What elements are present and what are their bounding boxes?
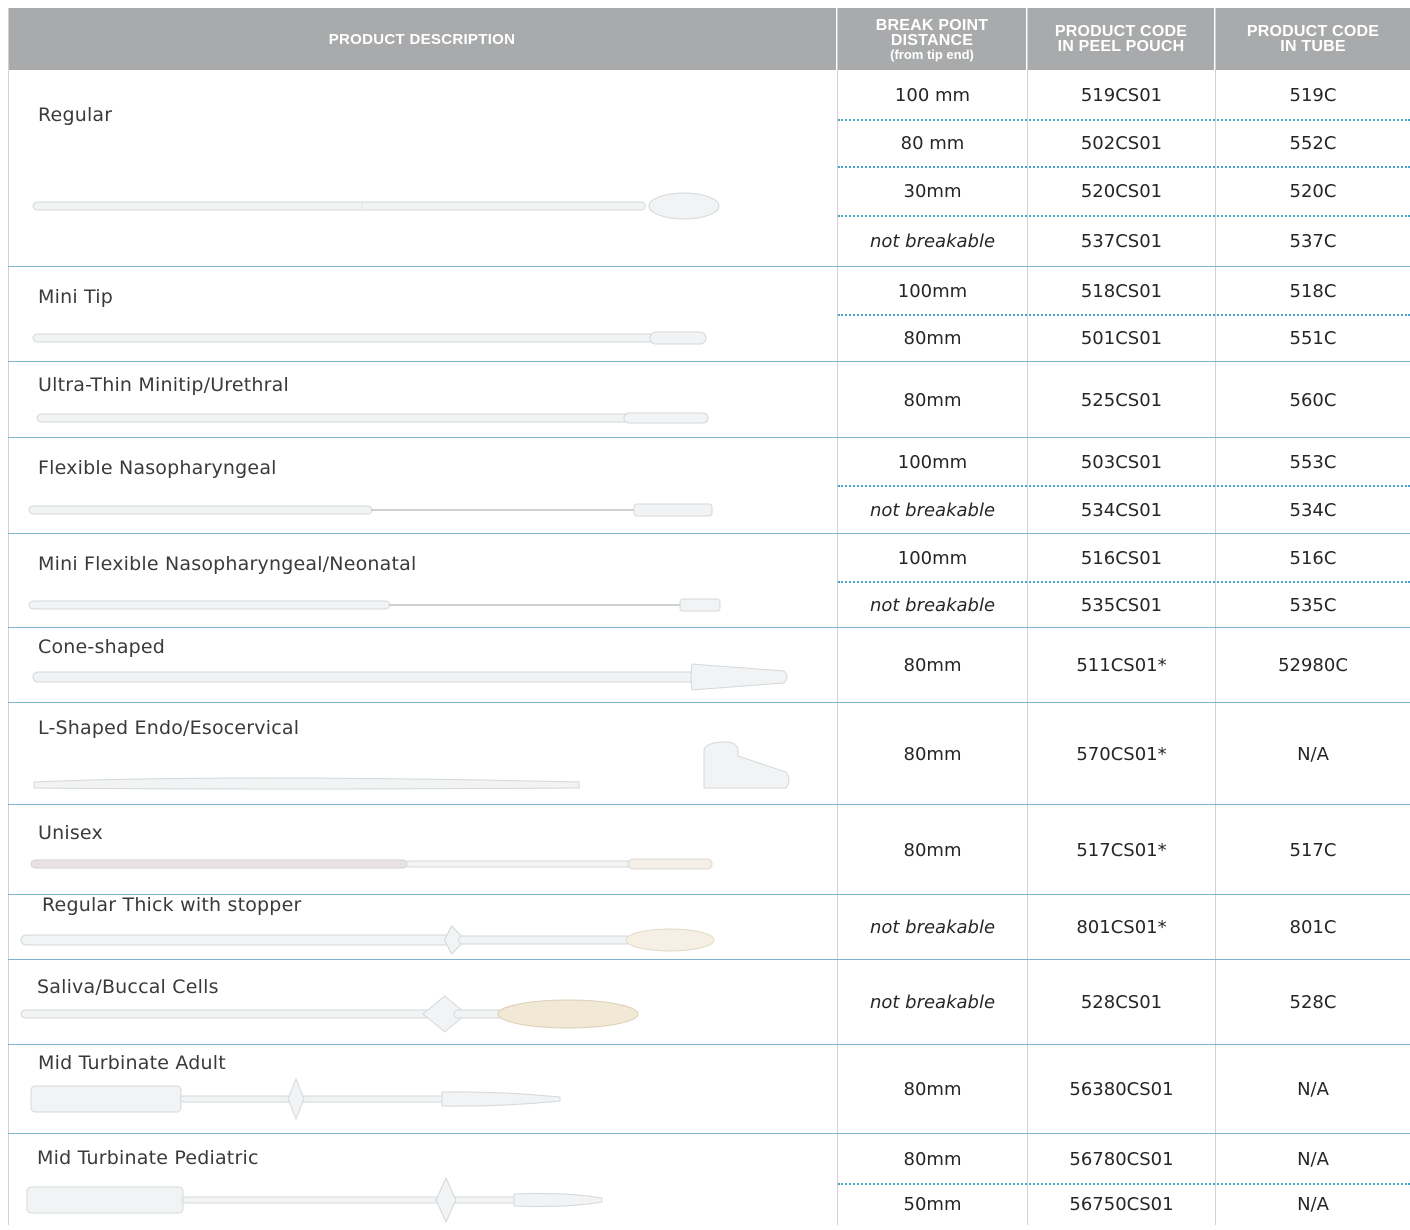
tube-code-cell: 552C [1289,133,1337,154]
header-product-description: PRODUCT DESCRIPTION [8,8,836,70]
tube-code-cell: 534C [1289,499,1337,521]
peel-pouch-code-cell: 535CS01 [1080,594,1163,616]
peel-pouch-code-cell: 56780CS01 [1069,1148,1174,1170]
header-tube-line1: PRODUCT CODE [1246,23,1380,40]
break-point-cell: not breakable [869,594,996,616]
tube-code-cell: 801C [1289,917,1337,938]
peel-pouch-code-cell: 502CS01 [1080,133,1163,154]
header-product-code-peel-pouch: PRODUCT CODE IN PEEL POUCH [1028,8,1214,70]
swab-image [28,503,713,517]
break-point-cell: 80mm [903,1148,962,1170]
break-point-cell: 80mm [903,1079,962,1100]
tube-code-cell: 553C [1289,451,1337,473]
peel-pouch-code-cell: 518CS01 [1080,280,1163,302]
peel-pouch-code-cell: 517CS01* [1076,839,1167,861]
break-point-cell: 30mm [903,181,962,202]
swab-image [33,741,790,790]
product-name: Flexible Nasopharyngeal [38,457,277,479]
tube-code-cell: N/A [1297,1079,1329,1100]
swab-image [32,663,788,691]
peel-pouch-code-cell: 519CS01 [1080,85,1163,106]
tube-code-cell: N/A [1297,743,1329,765]
peel-pouch-code-cell: 503CS01 [1080,451,1163,473]
break-point-cell: 100mm [897,451,968,473]
product-name: Unisex [38,822,103,844]
swab-image [30,858,713,870]
product-name: Mini Tip [38,286,113,308]
break-point-cell: 80mm [903,328,962,349]
peel-pouch-code-cell: 528CS01 [1080,992,1163,1013]
product-table: PRODUCT DESCRIPTION BREAK POINT DISTANCE… [0,0,1410,1225]
break-point-cell: not breakable [869,499,996,521]
peel-pouch-code-cell: 501CS01 [1080,328,1163,349]
product-name: Regular [38,104,113,126]
break-point-cell: 80 mm [900,133,965,154]
swab-image [20,925,715,955]
break-point-cell: not breakable [869,917,996,938]
break-point-cell: 80mm [903,389,962,411]
break-point-cell: 80mm [903,655,962,676]
peel-pouch-code-cell: 520CS01 [1080,181,1163,202]
peel-pouch-code-cell: 56750CS01 [1069,1194,1174,1215]
tube-code-cell: 537C [1289,231,1337,252]
swab-image [30,1077,561,1121]
peel-pouch-code-cell: 516CS01 [1080,547,1163,569]
tube-code-cell: N/A [1297,1194,1329,1215]
break-point-cell: 50mm [903,1194,962,1215]
header-peel-line2: IN PEEL POUCH [1057,38,1185,55]
swab-image [32,331,707,345]
peel-pouch-code-cell: 537CS01 [1080,231,1163,252]
header-product-code-tube: PRODUCT CODE IN TUBE [1216,8,1410,70]
swab-image [26,1176,603,1224]
header-peel-line1: PRODUCT CODE [1054,23,1188,40]
tube-code-cell: N/A [1297,1148,1329,1170]
tube-code-cell: 518C [1289,280,1337,302]
break-point-cell: 80mm [903,743,962,765]
peel-pouch-code-cell: 570CS01* [1076,743,1167,765]
product-name: Mini Flexible Nasopharyngeal/Neonatal [38,553,417,575]
product-name: Regular Thick with stopper [42,894,302,916]
swab-image [32,192,720,220]
peel-pouch-code-cell: 801CS01* [1076,917,1167,938]
peel-pouch-code-cell: 56380CS01 [1069,1079,1174,1100]
product-name: Ultra-Thin Minitip/Urethral [38,374,290,396]
column-separator [8,8,9,1225]
header-description-label: PRODUCT DESCRIPTION [328,30,516,48]
tube-code-cell: 52980C [1278,655,1348,676]
tube-code-cell: 520C [1289,181,1337,202]
tube-code-cell: 528C [1289,992,1337,1013]
header-tube-line2: IN TUBE [1280,38,1346,55]
break-point-cell: 100mm [897,280,968,302]
swab-image [36,412,709,424]
peel-pouch-code-cell: 511CS01* [1076,655,1167,676]
tube-code-cell: 560C [1289,389,1337,411]
tube-code-cell: 516C [1289,547,1337,569]
peel-pouch-code-cell: 525CS01 [1080,389,1163,411]
break-point-cell: 100 mm [894,85,971,106]
break-point-cell: 80mm [903,839,962,861]
tube-code-cell: 517C [1289,839,1337,861]
header-break-point-line1: BREAK POINT [875,16,989,34]
break-point-cell: not breakable [869,231,996,252]
product-name: Mid Turbinate Pediatric [37,1147,259,1169]
tube-code-cell: 551C [1289,328,1337,349]
header-break-point-sub: (from tip end) [890,46,974,62]
header-break-point-distance: BREAK POINT DISTANCE (from tip end) [838,8,1026,70]
peel-pouch-code-cell: 534CS01 [1080,499,1163,521]
swab-image [20,995,639,1033]
tube-code-cell: 535C [1289,594,1337,616]
swab-image [28,598,721,612]
break-point-cell: not breakable [869,992,996,1013]
header-break-point-line2: DISTANCE [890,31,974,49]
break-point-cell: 100mm [897,547,968,569]
tube-code-cell: 519C [1289,85,1337,106]
